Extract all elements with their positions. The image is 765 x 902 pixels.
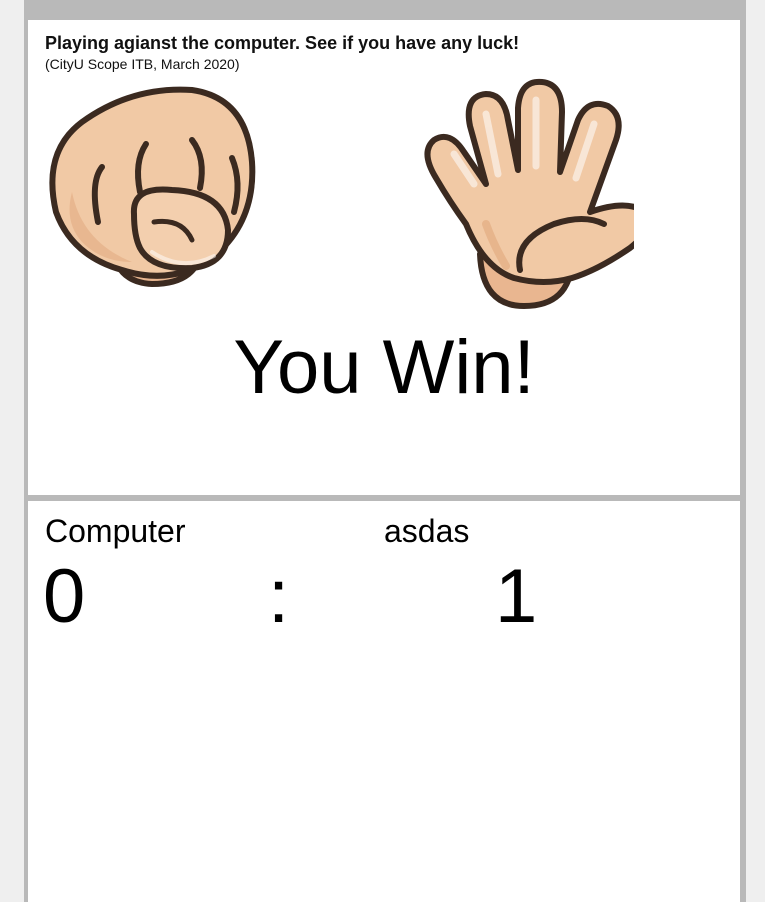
player-label: asdas (384, 513, 470, 549)
open-paper-hand-icon (394, 74, 650, 319)
player-score: 1 (495, 554, 538, 639)
computer-label: Computer (45, 513, 186, 549)
fist-rock-hand-icon (42, 72, 256, 295)
page-subtitle: (CityU Scope ITB, March 2020) (45, 56, 240, 72)
score-separator: : (268, 554, 290, 639)
computer-score: 0 (43, 554, 86, 639)
result-message: You Win! (233, 325, 535, 410)
game-frame: Playing agianst the computer. See if you… (24, 0, 746, 902)
scoreboard-panel: Computer asdas 0 : 1 (28, 501, 740, 902)
page-title: Playing agianst the computer. See if you… (45, 33, 520, 53)
game-panel: Playing agianst the computer. See if you… (28, 20, 740, 495)
